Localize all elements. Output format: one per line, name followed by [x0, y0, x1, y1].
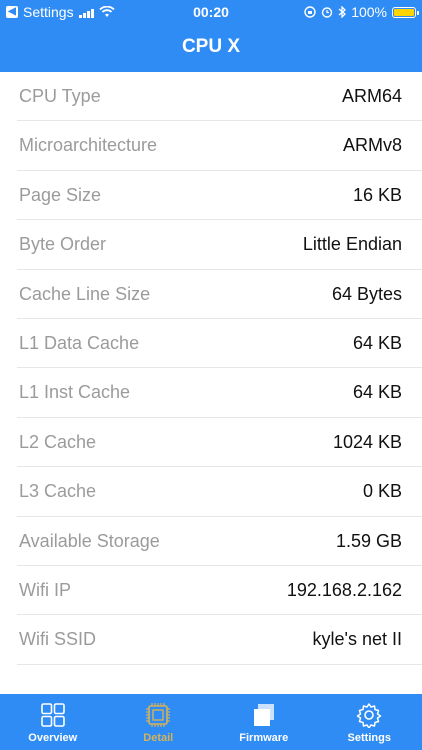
tab-firmware[interactable]: Firmware	[211, 694, 317, 750]
row-label: L2 Cache	[19, 431, 97, 452]
row-value: kyle's net II	[312, 629, 402, 650]
detail-list: CPU Type ARM64 Microarchitecture ARMv8 Pag…	[0, 72, 422, 665]
battery-icon	[392, 6, 419, 18]
app-header: ◀ Settings 00:20 100% CPU X	[0, 0, 422, 72]
list-item: Available Storage 1.59 GB	[17, 517, 422, 566]
row-label: Cache Line Size	[19, 283, 151, 304]
row-label: Microarchitecture	[19, 135, 158, 156]
row-value: 1024 KB	[332, 431, 402, 452]
tab-label: Firmware	[239, 732, 289, 744]
list-item: L2 Cache 1024 KB	[17, 418, 422, 468]
list-item: Page Size 16 KB	[17, 171, 422, 221]
list-item: Byte Order Little Endian	[17, 220, 422, 270]
row-label: L1 Data Cache	[19, 332, 140, 353]
orientation-lock-icon	[304, 6, 316, 18]
row-label: L3 Cache	[19, 481, 97, 502]
status-bar: ◀ Settings 00:20 100%	[0, 0, 422, 24]
row-label: Byte Order	[19, 234, 107, 255]
page-title: CPU X	[181, 36, 241, 57]
list-item: Cache Line Size 64 Bytes	[17, 270, 422, 319]
row-value: 0 KB	[362, 481, 402, 502]
alarm-icon	[321, 7, 333, 18]
row-value: ARM64	[341, 86, 402, 106]
tab-overview[interactable]: Overview	[0, 694, 106, 750]
row-label: L1 Inst Cache	[19, 382, 131, 403]
bluetooth-icon	[338, 6, 347, 18]
chip-icon	[146, 703, 171, 727]
battery-percent: 100%	[351, 4, 387, 20]
list-item: CPU Type ARM64	[17, 72, 422, 122]
row-value: 16 KB	[352, 184, 402, 205]
row-label: Available Storage	[19, 530, 160, 551]
tab-detail[interactable]: Detail	[106, 694, 212, 750]
tab-label: Detail	[143, 732, 174, 744]
list-item: L3 Cache 0 KB	[17, 467, 422, 517]
tab-label: Settings	[347, 732, 391, 744]
tab-label: Overview	[28, 732, 78, 744]
row-value: 64 KB	[352, 332, 402, 353]
list-item: Wifi IP 192.168.2.162	[17, 566, 422, 616]
row-value: Little Endian	[302, 234, 402, 255]
tab-settings[interactable]: Settings	[317, 694, 422, 750]
list-item: Wifi SSID kyle's net II	[17, 615, 422, 665]
row-value: ARMv8	[342, 135, 402, 156]
stack-icon	[253, 704, 274, 726]
row-label: Page Size	[19, 184, 102, 205]
row-value: 1.59 GB	[335, 530, 402, 551]
row-label: Wifi SSID	[19, 629, 97, 650]
row-value: 64 KB	[352, 382, 402, 403]
list-item: L1 Inst Cache 64 KB	[17, 368, 422, 418]
grid-icon	[40, 703, 65, 727]
list-item: Microarchitecture ARMv8	[17, 121, 422, 171]
row-value: 64 Bytes	[331, 283, 402, 304]
row-label: Wifi IP	[19, 579, 71, 600]
gear-icon	[357, 703, 382, 728]
row-value: 192.168.2.162	[286, 579, 402, 600]
tab-bar: Overview Detail Firmware Settings	[0, 694, 422, 750]
row-label: CPU Type	[19, 86, 101, 106]
status-right: 100%	[304, 4, 419, 20]
list-item: L1 Data Cache 64 KB	[17, 319, 422, 369]
